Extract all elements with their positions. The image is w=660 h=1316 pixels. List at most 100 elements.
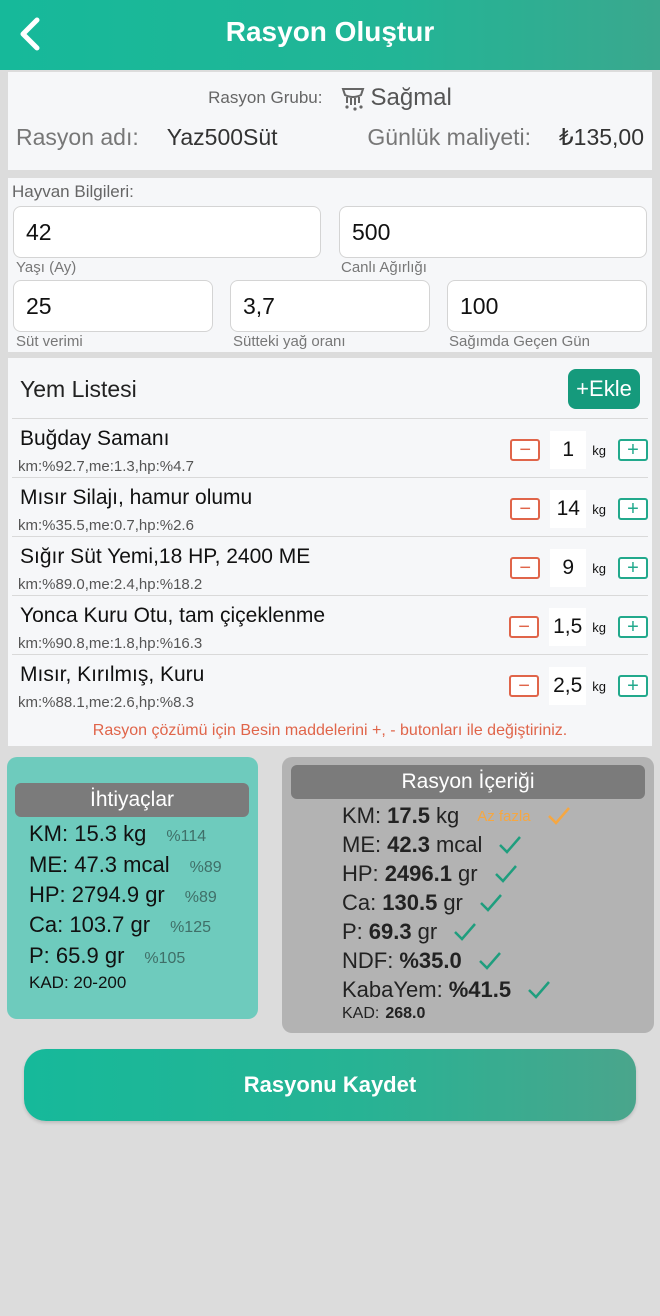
content-value: 17.5 bbox=[387, 803, 430, 828]
increase-button[interactable]: + bbox=[618, 675, 648, 697]
quantity-unit: kg bbox=[592, 560, 606, 576]
weight-field[interactable]: 500 bbox=[339, 206, 647, 258]
content-label: P: bbox=[342, 919, 363, 944]
add-feed-button[interactable]: +Ekle bbox=[568, 369, 640, 409]
content-line: KabaYem: %41.5 bbox=[342, 977, 551, 1003]
ration-name-label: Rasyon adı: bbox=[16, 124, 139, 150]
content-line: ME: 42.3 mcal bbox=[342, 832, 522, 858]
daily-cost-value: ₺135,00 bbox=[559, 124, 644, 150]
quantity-stepper: − 14 kg + bbox=[510, 490, 648, 528]
feed-nutrients: km:%90.8,me:1.8,hp:%16.3 bbox=[18, 635, 203, 652]
content-value: 2496.1 bbox=[384, 861, 452, 886]
feed-nutrients: km:%92.7,me:1.3,hp:%4.7 bbox=[18, 458, 194, 475]
content-label: ME: bbox=[342, 832, 382, 857]
content-line: HP: 2496.1 gr bbox=[342, 861, 518, 887]
content-kad-value: 268.0 bbox=[385, 1005, 426, 1022]
feed-row: Yonca Kuru Otu, tam çiçeklenme km:%90.8,… bbox=[12, 595, 648, 654]
feed-name: Buğday Samanı bbox=[20, 427, 170, 450]
decrease-button[interactable]: − bbox=[510, 498, 541, 520]
age-label: Yaşı (Ay) bbox=[16, 259, 77, 276]
decrease-button[interactable]: − bbox=[510, 439, 541, 461]
decrease-button[interactable]: − bbox=[509, 616, 540, 638]
quantity-unit: kg bbox=[592, 619, 606, 635]
content-unit: gr bbox=[457, 861, 478, 886]
content-kad: KAD: 268.0 bbox=[342, 1005, 425, 1023]
page-title: Rasyon Oluştur bbox=[225, 16, 435, 47]
needs-title: İhtiyaçlar bbox=[15, 783, 249, 817]
days-in-milk-field[interactable]: 100 bbox=[447, 280, 647, 332]
ration-content-title: Rasyon İçeriği bbox=[291, 765, 645, 799]
decrease-button[interactable]: − bbox=[510, 557, 541, 579]
need-line: HP: 2794.9 gr %89 bbox=[29, 882, 217, 908]
need-line: KM: 15.3 kg %114 bbox=[29, 821, 206, 847]
increase-button[interactable]: + bbox=[618, 498, 648, 520]
feed-row: Mısır Silajı, hamur olumu km:%35.5,me:0.… bbox=[12, 477, 648, 536]
content-value: 42.3 bbox=[387, 832, 430, 857]
quantity-value[interactable]: 9 bbox=[550, 549, 587, 587]
need-percent: %89 bbox=[184, 889, 217, 906]
content-label: HP: bbox=[342, 861, 379, 886]
content-unit: mcal bbox=[435, 832, 483, 857]
need-text: P: 65.9 gr bbox=[29, 943, 125, 968]
quantity-unit: kg bbox=[592, 678, 606, 694]
increase-button[interactable]: + bbox=[618, 557, 648, 579]
content-label: KabaYem: bbox=[342, 977, 443, 1002]
content-unit: gr bbox=[443, 890, 463, 915]
check-icon bbox=[494, 863, 518, 885]
check-icon bbox=[527, 979, 551, 1001]
quantity-unit: kg bbox=[592, 442, 606, 458]
quantity-value[interactable]: 2,5 bbox=[549, 667, 587, 705]
decrease-button[interactable]: − bbox=[509, 675, 540, 697]
quantity-value[interactable]: 1 bbox=[550, 431, 587, 469]
content-line: KM: 17.5 kg Az fazla bbox=[342, 803, 571, 829]
content-line: P: 69.3 gr bbox=[342, 919, 477, 945]
content-value: 69.3 bbox=[368, 919, 412, 944]
milk-yield-label: Süt verimi bbox=[16, 333, 83, 350]
daily-cost-label: Günlük maliyeti: bbox=[367, 124, 532, 150]
quantity-value[interactable]: 1,5 bbox=[549, 608, 587, 646]
need-kad: KAD: 20-200 bbox=[29, 973, 127, 992]
content-label: Ca: bbox=[342, 890, 377, 915]
needs-panel: İhtiyaçlar KM: 15.3 kg %114 ME: 47.3 mca… bbox=[7, 757, 258, 1019]
save-ration-button[interactable]: Rasyonu Kaydet bbox=[24, 1049, 636, 1121]
feed-nutrients: km:%88.1,me:2.6,hp:%8.3 bbox=[18, 694, 194, 711]
need-text: Ca: 103.7 gr bbox=[29, 912, 151, 937]
age-field[interactable]: 42 bbox=[13, 206, 321, 258]
ration-group-value[interactable]: Sağmal bbox=[340, 84, 452, 112]
content-unit: kg bbox=[435, 803, 460, 828]
milk-yield-field[interactable]: 25 bbox=[13, 280, 213, 332]
need-percent: %114 bbox=[166, 828, 207, 845]
feed-name: Yonca Kuru Otu, tam çiçeklenme bbox=[20, 604, 326, 627]
ration-name-cost-row: Rasyon adı: Yaz500Süt Günlük maliyeti: ₺… bbox=[16, 124, 644, 151]
ration-group-row: Rasyon Grubu: Sağmal bbox=[8, 84, 652, 112]
check-icon bbox=[479, 892, 503, 914]
content-line: NDF: %35.0 bbox=[342, 948, 502, 974]
need-text: HP: 2794.9 gr bbox=[29, 882, 165, 907]
need-percent: %105 bbox=[144, 950, 186, 967]
quantity-stepper: − 2,5 kg + bbox=[509, 667, 648, 705]
animal-info-label: Hayvan Bilgileri: bbox=[12, 182, 134, 201]
feed-list-card: Yem Listesi +Ekle Buğday Samanı km:%92.7… bbox=[8, 358, 652, 746]
content-unit: gr bbox=[417, 919, 438, 944]
ration-info-card: Rasyon Grubu: Sağmal Rasyon adı: Yaz500S… bbox=[8, 72, 652, 170]
milk-fat-label: Sütteki yağ oranı bbox=[233, 333, 346, 350]
feed-row: Mısır, Kırılmış, Kuru km:%88.1,me:2.6,hp… bbox=[12, 654, 648, 713]
content-label: NDF: bbox=[342, 948, 394, 973]
need-text: KM: 15.3 kg bbox=[29, 821, 147, 846]
animal-info-card: Hayvan Bilgileri: 42 Yaşı (Ay) 500 Canlı… bbox=[8, 178, 652, 352]
increase-button[interactable]: + bbox=[618, 439, 648, 461]
app-header: Rasyon Oluştur bbox=[0, 0, 660, 70]
feed-nutrients: km:%89.0,me:2.4,hp:%18.2 bbox=[18, 576, 203, 593]
feed-name: Mısır, Kırılmış, Kuru bbox=[20, 663, 205, 686]
need-percent: %89 bbox=[189, 859, 222, 876]
hint-text: Rasyon çözümü için Besin maddelerini +, … bbox=[92, 722, 568, 739]
check-icon bbox=[498, 834, 522, 856]
ration-group-text: Sağmal bbox=[370, 84, 452, 111]
need-line: Ca: 103.7 gr %125 bbox=[29, 912, 211, 938]
quantity-value[interactable]: 14 bbox=[550, 490, 587, 528]
feed-list-title: Yem Listesi bbox=[20, 376, 137, 402]
feed-row: Buğday Samanı km:%92.7,me:1.3,hp:%4.7 − … bbox=[12, 418, 648, 477]
increase-button[interactable]: + bbox=[618, 616, 648, 638]
milk-fat-field[interactable]: 3,7 bbox=[230, 280, 430, 332]
content-warning: Az fazla bbox=[477, 807, 531, 825]
